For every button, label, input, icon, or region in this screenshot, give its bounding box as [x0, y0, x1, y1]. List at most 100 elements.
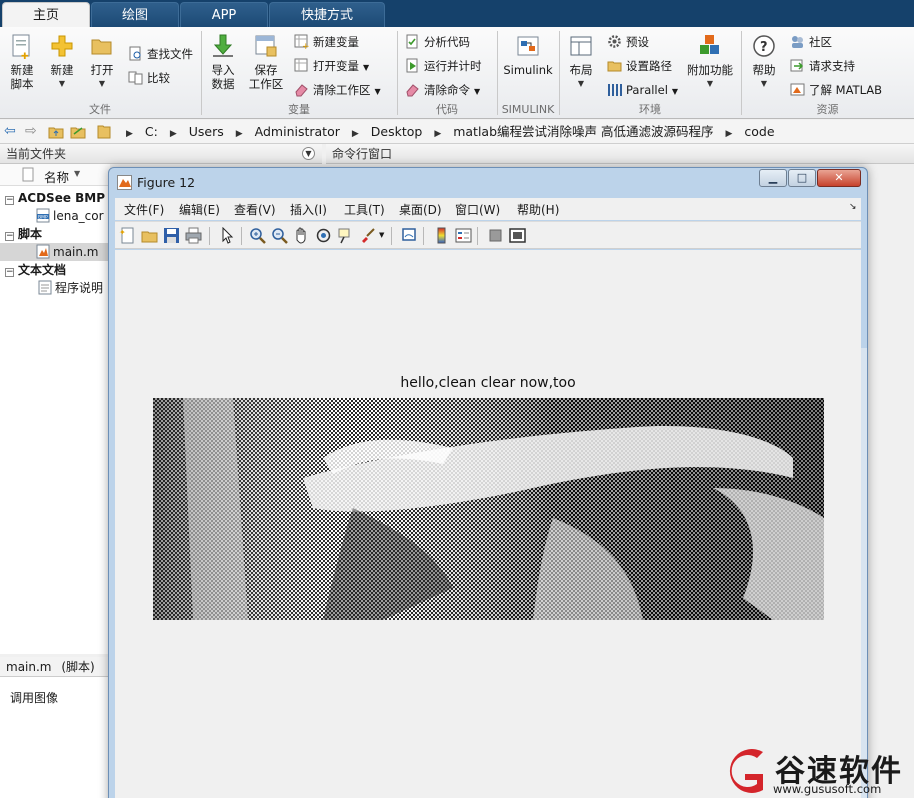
compare-button[interactable]: 比较 [128, 69, 170, 87]
open-button[interactable]: 打开 ▼ [86, 33, 118, 91]
learn-matlab-button[interactable]: 了解 MATLAB [790, 81, 882, 99]
tab-plots[interactable]: 绘图 [91, 2, 179, 27]
maximize-button[interactable]: □ [788, 169, 816, 187]
new-script-button[interactable]: ✚ 新建 脚本 [4, 33, 40, 91]
run-and-time-button[interactable]: 运行并计时 [405, 57, 482, 75]
open-variable-button[interactable]: 打开变量 ▼ [294, 57, 369, 75]
panel-options-icon[interactable]: ▼ [302, 147, 315, 160]
add-ons-label: 附加功能 [687, 63, 733, 77]
rotate-3d-icon[interactable] [315, 227, 332, 244]
open-label: 打开 [90, 63, 114, 77]
breadcrumb: ▶ C: ▶ Users ▶ Administrator ▶ Desktop ▶… [118, 123, 775, 141]
bmp-file-icon: BMP [36, 208, 50, 223]
forward-arrow-icon[interactable]: ⇨ [25, 123, 37, 139]
layout-button[interactable]: 布局 ▼ [565, 33, 597, 91]
preferences-button[interactable]: 预设 [607, 33, 649, 51]
import-data-button[interactable]: 导入 数据 [206, 33, 240, 91]
data-cursor-icon[interactable] [337, 227, 354, 244]
current-folder-title-bar: 当前文件夹 ▼ [0, 144, 322, 164]
menu-insert[interactable]: 插入(I) [290, 201, 327, 218]
brand-watermark: 谷速软件 www.gususoft.com [715, 744, 914, 798]
up-folder-icon[interactable] [48, 124, 64, 142]
menu-tools[interactable]: 工具(T) [344, 201, 385, 218]
simulink-button[interactable]: Simulink [502, 33, 554, 77]
chevron-down-icon[interactable]: ▼ [379, 231, 384, 239]
find-files-button[interactable]: 查找文件 [128, 45, 193, 63]
set-path-button[interactable]: 设置路径 [607, 57, 672, 75]
figure-window[interactable]: Figure 12 ▁ □ ✕ 文件(F) 编辑(E) 查看(V) 插入(I) … [108, 167, 868, 798]
tree-item-lena-cor[interactable]: BMP lena_cor [36, 207, 104, 225]
menu-file[interactable]: 文件(F) [124, 201, 164, 218]
menu-window[interactable]: 窗口(W) [455, 201, 500, 218]
collapse-icon[interactable]: − [5, 232, 14, 241]
tab-apps[interactable]: APP [180, 2, 268, 27]
analyze-code-icon [405, 34, 420, 49]
collapse-icon[interactable]: − [5, 268, 14, 277]
add-ons-button[interactable]: 附加功能 ▼ [686, 33, 734, 91]
tree-item-main-m[interactable]: main.m [0, 243, 110, 261]
menu-help[interactable]: 帮助(H) [517, 201, 559, 218]
folder-open-icon [89, 33, 115, 59]
parallel-icon [607, 82, 622, 97]
figure-menubar: 文件(F) 编辑(E) 查看(V) 插入(I) 工具(T) 桌面(D) 窗口(W… [115, 198, 861, 220]
new-button[interactable]: 新建 ▼ [46, 33, 78, 91]
zoom-out-icon[interactable] [271, 227, 288, 244]
chevron-down-icon: ▼ [760, 79, 768, 88]
show-plot-tools-icon[interactable] [509, 227, 526, 244]
menu-view[interactable]: 查看(V) [234, 201, 276, 218]
tree-group-bmp[interactable]: − ACDSee BMP 图 [0, 189, 121, 207]
hide-plot-tools-icon[interactable] [487, 227, 504, 244]
save-workspace-icon [253, 33, 279, 59]
tree-group-text-docs[interactable]: − 文本文档 [0, 261, 66, 279]
clear-workspace-button[interactable]: 清除工作区 ▼ [294, 81, 381, 99]
save-workspace-button[interactable]: 保存 工作区 [246, 33, 286, 91]
breadcrumb-administrator[interactable]: Administrator [255, 124, 340, 139]
tab-home[interactable]: 主页 [2, 2, 90, 27]
breadcrumb-project-folder[interactable]: matlab编程尝试消除噪声 高低通滤波源码程序 [453, 124, 713, 139]
breadcrumb-users[interactable]: Users [189, 124, 224, 139]
gear-icon [607, 34, 622, 49]
back-arrow-icon[interactable]: ⇦ [4, 123, 16, 139]
tab-shortcuts[interactable]: 快捷方式 [269, 2, 385, 27]
pointer-arrow-icon[interactable] [219, 226, 236, 244]
breadcrumb-drive[interactable]: C: [145, 124, 158, 139]
new-variable-button[interactable]: + 新建变量 [294, 33, 359, 52]
menu-edit[interactable]: 编辑(E) [179, 201, 220, 218]
analyze-code-button[interactable]: 分析代码 [405, 33, 470, 51]
community-button[interactable]: 社区 [790, 33, 832, 51]
svg-text:+: + [302, 42, 309, 49]
name-column-header[interactable]: 名称 [44, 167, 69, 186]
print-icon[interactable] [185, 227, 202, 244]
menubar-dock-icon[interactable]: ↘ [849, 202, 857, 212]
parallel-button[interactable]: Parallel ▼ [607, 81, 678, 99]
add-ons-cubes-icon [697, 33, 723, 59]
breadcrumb-desktop[interactable]: Desktop [371, 124, 423, 139]
tree-item-readme[interactable]: 程序说明 [38, 279, 103, 297]
clear-commands-button[interactable]: 清除命令 ▼ [405, 81, 480, 99]
colorbar-icon[interactable] [433, 227, 450, 244]
link-plot-icon[interactable] [401, 227, 418, 244]
help-button[interactable]: ? 帮助 ▼ [748, 33, 780, 91]
tree-group-scripts[interactable]: − 脚本 [0, 225, 42, 243]
open-file-icon[interactable] [141, 227, 158, 244]
chevron-down-icon: ▼ [374, 87, 381, 96]
zoom-in-icon[interactable] [249, 227, 266, 244]
file-group-label: 文件 [89, 103, 111, 116]
collapse-icon[interactable]: − [5, 196, 14, 205]
legend-icon[interactable] [455, 227, 472, 244]
details-panel: main.m (脚本) 调用图像 [0, 657, 110, 798]
browse-folder-icon[interactable] [70, 124, 86, 142]
menu-desktop[interactable]: 桌面(D) [399, 201, 442, 218]
compare-icon [128, 70, 143, 85]
pan-hand-icon[interactable] [293, 227, 310, 244]
breadcrumb-code[interactable]: code [744, 124, 774, 139]
new-figure-icon[interactable]: ✦ [119, 227, 136, 244]
chevron-right-icon: ▶ [169, 129, 177, 139]
brush-icon[interactable] [359, 227, 376, 244]
save-icon[interactable] [163, 227, 180, 244]
details-file-name: main.m [6, 660, 52, 674]
request-support-button[interactable]: 请求支持 [790, 57, 855, 75]
minimize-button[interactable]: ▁ [759, 169, 787, 187]
close-button[interactable]: ✕ [817, 169, 861, 187]
current-folder-panel: 名称 ▼ − ACDSee BMP 图 BMP lena_cor − 脚本 main.… [0, 164, 121, 654]
